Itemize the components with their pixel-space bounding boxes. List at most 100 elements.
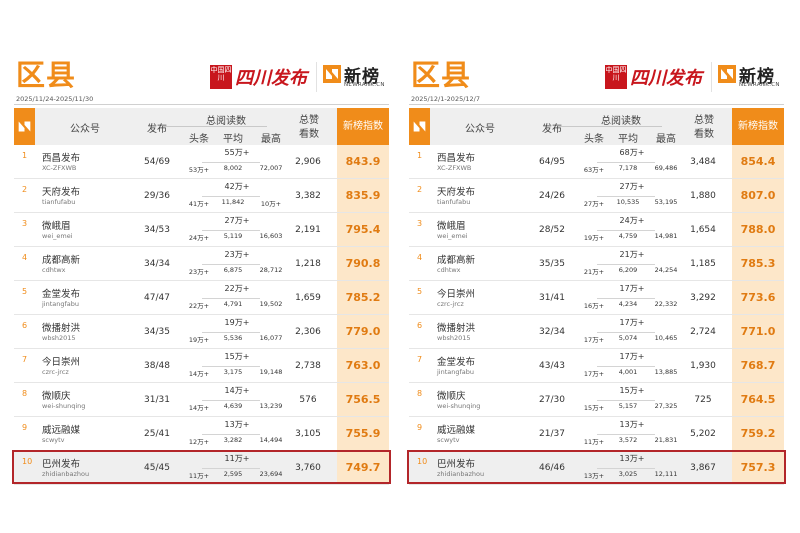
newrank-score: 768.7 — [732, 349, 784, 382]
col-reads: 总阅读数 — [206, 116, 246, 127]
total-reads: 27万+ — [619, 182, 645, 191]
account-name: 威远融媒 — [437, 425, 476, 436]
newrank-logo: 新榜 NEWRANK.CN — [323, 62, 393, 94]
newrank-score: 759.2 — [732, 417, 784, 450]
region-title: 区县 — [16, 58, 77, 92]
account-name: 西昌发布 — [42, 153, 81, 164]
account-name: 西昌发布 — [437, 153, 476, 164]
total-reads: 23万+ — [224, 250, 250, 259]
likes-count: 2,191 — [295, 225, 321, 235]
ranking-panel-week1: 区县 中国四川 四川发布 新榜 NEWRANK.CN 2025/11/24-20… — [12, 52, 391, 485]
account-id: czrc-jrcz — [437, 300, 464, 308]
account-name: 巴州发布 — [42, 459, 81, 470]
account-id: wbsh2015 — [42, 334, 76, 342]
total-reads: 55万+ — [224, 148, 250, 157]
reads-divider — [597, 196, 655, 197]
reads-divider — [597, 366, 655, 367]
newrank-score: 788.0 — [732, 213, 784, 246]
table-row: 6 微播射洪 wbsh2015 34/35 19万+ 19万+ 5,536 16,077 2,3… — [14, 315, 389, 349]
newrank-score: 755.9 — [337, 417, 389, 450]
account-name: 金堂发布 — [42, 289, 81, 300]
rank-number: 3 — [22, 219, 28, 228]
header-rule — [409, 104, 784, 105]
table-row: 7 金堂发布 jintangfabu 43/43 17万+ 17万+ 4,001 13,885… — [409, 349, 784, 383]
likes-count: 3,292 — [690, 293, 716, 303]
total-reads: 24万+ — [619, 216, 645, 225]
account-id: XC-ZFXWB — [42, 164, 77, 172]
newrank-score: 757.3 — [732, 451, 784, 484]
account-id: jintangfabu — [437, 368, 475, 376]
account-name: 威远融媒 — [42, 425, 81, 436]
reads-divider — [597, 332, 655, 333]
reads-divider — [202, 298, 260, 299]
likes-count: 3,105 — [295, 429, 321, 439]
account-id: tianfufabu — [437, 198, 471, 206]
reads-divider — [597, 230, 655, 231]
newrank-score: 843.9 — [337, 145, 389, 178]
table-row: 10 巴州发布 zhidianbazhou 45/45 11万+ 11万+ 2,595 23,… — [12, 450, 391, 485]
total-reads: 15万+ — [619, 386, 645, 395]
newrank-score: 749.7 — [337, 451, 389, 484]
table-row: 4 成都高新 cdhtwx 35/35 21万+ 21万+ 6,209 24,254 1,185… — [409, 247, 784, 281]
rank-number: 9 — [417, 423, 423, 432]
likes-count: 1,218 — [295, 259, 321, 269]
ranking-table-body: 1 西昌发布 XC-ZFXWB 64/95 68万+ 63万+ 7,178 69,486 3,4… — [407, 145, 786, 485]
reads-divider — [597, 400, 655, 401]
table-header: 公众号 发布 总阅读数 头条 平均 最高 总赞看数 新榜指数 — [409, 108, 784, 145]
reads-divider — [202, 366, 260, 367]
table-row: 3 微峨眉 wei_emei 34/53 27万+ 24万+ 5,119 16,603 2,19… — [14, 213, 389, 247]
reads-divider — [202, 434, 260, 435]
newrank-mark-icon — [413, 121, 426, 132]
brand-divider — [711, 62, 712, 92]
table-row: 8 微顺庆 wei-shunqing 27/30 15万+ 15万+ 5,157 27,325… — [409, 383, 784, 417]
likes-count: 2,306 — [295, 327, 321, 337]
col-likes: 总赞看数 — [694, 115, 714, 140]
reads-divider — [597, 264, 655, 265]
table-row: 10 巴州发布 zhidianbazhou 46/46 13万+ 13万+ 3,025 12,… — [407, 450, 786, 485]
ranking-panel-week2: 区县 中国四川 四川发布 新榜 NEWRANK.CN 2025/12/1-202… — [407, 52, 786, 485]
rank-number: 5 — [22, 287, 28, 296]
total-reads: 17万+ — [619, 352, 645, 361]
newrank-mark-icon — [323, 65, 341, 83]
newrank-score: 771.0 — [732, 315, 784, 348]
likes-count: 2,724 — [690, 327, 716, 337]
likes-count: 576 — [299, 395, 317, 405]
likes-count: 1,654 — [690, 225, 716, 235]
newrank-score: 763.0 — [337, 349, 389, 382]
ranking-stage: 区县 中国四川 四川发布 新榜 NEWRANK.CN 2025/11/24-20… — [0, 0, 800, 533]
likes-count: 3,760 — [295, 463, 321, 473]
account-id: wei_emei — [42, 232, 73, 240]
sichuan-fabu-text: 四川发布 — [630, 68, 702, 89]
account-id: cdhtwx — [42, 266, 66, 274]
reads-divider — [202, 468, 260, 469]
rank-number: 3 — [417, 219, 423, 228]
newrank-score: 807.0 — [732, 179, 784, 212]
total-reads: 14万+ — [224, 386, 250, 395]
account-id: jintangfabu — [42, 300, 80, 308]
account-id: scwytv — [42, 436, 65, 444]
newrank-score: 773.6 — [732, 281, 784, 314]
likes-count: 1,930 — [690, 361, 716, 371]
account-name: 微峨眉 — [42, 221, 71, 232]
rank-number: 7 — [417, 355, 423, 364]
account-id: wei-shunqing — [42, 402, 86, 410]
newrank-header-mark — [14, 108, 35, 145]
newrank-score: 785.3 — [732, 247, 784, 280]
newrank-score: 854.4 — [732, 145, 784, 178]
account-id: wei-shunqing — [437, 402, 481, 410]
account-id: czrc-jrcz — [42, 368, 69, 376]
table-row: 9 威远融媒 scwytv 25/41 13万+ 12万+ 3,282 14,494 3,105… — [14, 417, 389, 451]
total-reads: 13万+ — [224, 420, 250, 429]
newrank-score: 779.0 — [337, 315, 389, 348]
total-reads: 27万+ — [224, 216, 250, 225]
account-name: 今日崇州 — [437, 289, 476, 300]
table-row: 9 威远融媒 scwytv 21/37 13万+ 11万+ 3,572 21,831 5,202… — [409, 417, 784, 451]
account-name: 天府发布 — [42, 187, 81, 198]
account-id: XC-ZFXWB — [437, 164, 472, 172]
account-id: wbsh2015 — [437, 334, 471, 342]
reads-divider — [202, 162, 260, 163]
account-name: 成都高新 — [437, 255, 476, 266]
reads-divider — [597, 298, 655, 299]
reads-divider — [597, 468, 655, 469]
sichuan-fabu-logo: 中国四川 四川发布 — [210, 64, 307, 90]
